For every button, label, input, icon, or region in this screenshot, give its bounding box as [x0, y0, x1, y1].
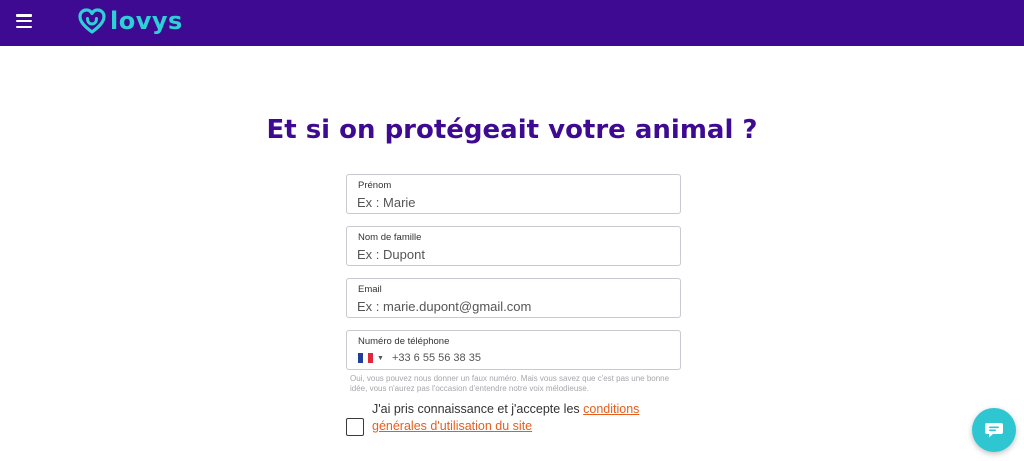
chat-icon: [985, 423, 1003, 438]
page-title: Et si on protégeait votre animal ?: [266, 115, 758, 145]
email-field[interactable]: Email: [346, 278, 681, 318]
terms-prefix: J'ai pris connaissance et j'accepte les: [372, 402, 584, 416]
first-name-input[interactable]: [357, 193, 667, 211]
menu-button[interactable]: [14, 12, 34, 30]
terms-checkbox[interactable]: [346, 418, 364, 436]
last-name-label: Nom de famille: [358, 232, 422, 243]
phone-input[interactable]: [391, 350, 662, 366]
chat-button[interactable]: [972, 408, 1016, 452]
phone-field[interactable]: Numéro de téléphone ▼: [346, 330, 681, 370]
phone-hint: Oui, vous pouvez nous donner un faux num…: [350, 374, 670, 393]
hamburger-menu-icon: [16, 14, 32, 17]
last-name-field[interactable]: Nom de famille: [346, 226, 681, 266]
first-name-field[interactable]: Prénom: [346, 174, 681, 214]
email-input[interactable]: [357, 297, 667, 315]
top-bar: lovys: [0, 0, 1024, 46]
terms-text: J'ai pris connaissance et j'accepte les …: [372, 401, 672, 435]
heart-logo-icon: [78, 8, 106, 34]
france-flag-icon[interactable]: [358, 353, 373, 363]
email-label: Email: [358, 284, 382, 295]
chevron-down-icon[interactable]: ▼: [377, 355, 384, 362]
first-name-label: Prénom: [358, 180, 392, 191]
brand-name: lovys: [110, 7, 183, 35]
brand-logo[interactable]: lovys: [78, 6, 183, 36]
phone-label: Numéro de téléphone: [358, 336, 450, 347]
last-name-input[interactable]: [357, 245, 667, 263]
